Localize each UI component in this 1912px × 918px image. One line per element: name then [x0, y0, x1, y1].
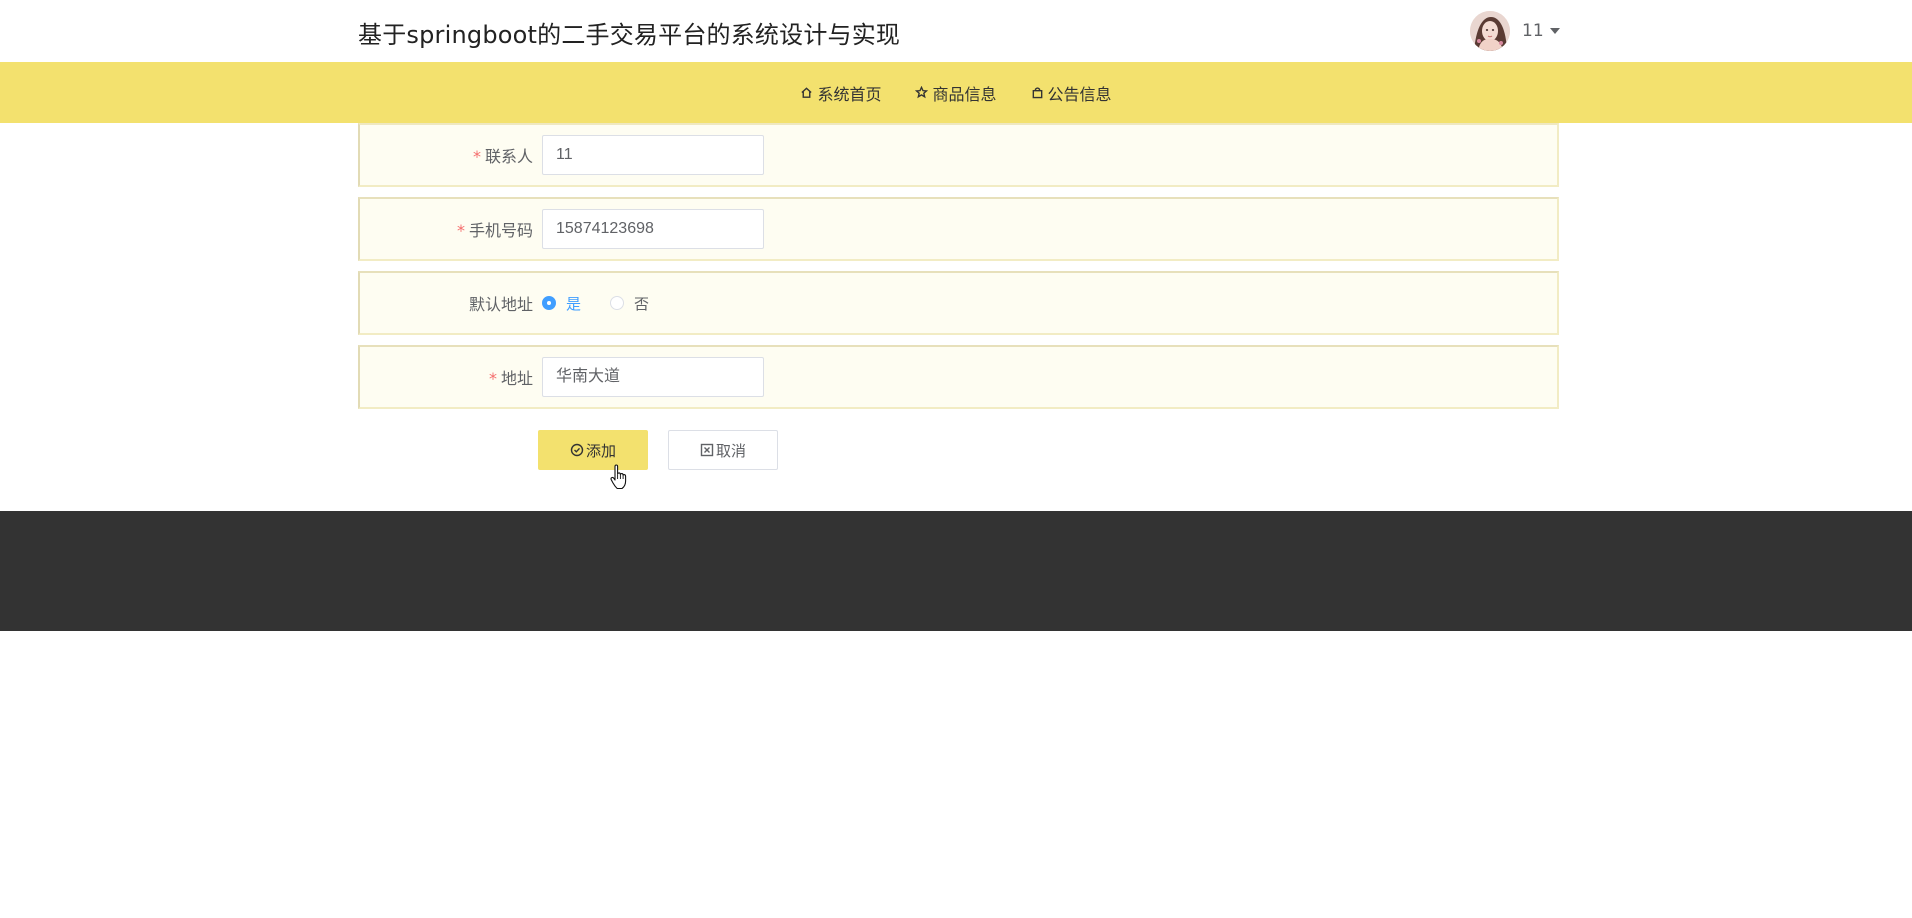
address-label-text: 地址	[500, 369, 533, 388]
radio-checked-icon	[542, 296, 556, 310]
main-nav: 系统首页 商品信息 公告信息	[0, 62, 1912, 123]
chevron-down-icon	[1549, 28, 1560, 34]
required-mark: *	[488, 369, 497, 388]
form-actions: 添加 取消	[538, 430, 778, 470]
address-form: * 联系人 11 * 手机号码 15874123698 默认地址 是 否 * 地址 华…	[358, 123, 1559, 419]
radio-yes[interactable]: 是	[542, 293, 581, 314]
nav-item-label: 公告信息	[1047, 84, 1112, 104]
address-label: * 地址	[360, 365, 542, 389]
required-mark: *	[472, 147, 481, 166]
close-square-icon	[700, 443, 714, 457]
radio-yes-label: 是	[566, 294, 582, 313]
form-row-contact: * 联系人 11	[358, 123, 1559, 187]
star-icon	[915, 86, 929, 99]
nav-item-home[interactable]: 系统首页	[800, 81, 881, 105]
default-address-label-text: 默认地址	[468, 295, 533, 314]
page-footer	[0, 511, 1912, 631]
hand-pointer-icon	[610, 464, 627, 490]
avatar	[1470, 11, 1510, 51]
contact-label-text: 联系人	[484, 147, 533, 166]
bag-icon	[1032, 87, 1042, 99]
nav-item-products[interactable]: 商品信息	[915, 81, 997, 105]
form-row-phone: * 手机号码 15874123698	[358, 197, 1559, 261]
required-mark: *	[456, 221, 465, 240]
radio-no-label: 否	[634, 294, 650, 313]
username: 11	[1522, 21, 1544, 41]
phone-label-text: 手机号码	[468, 221, 533, 240]
address-input[interactable]: 华南大道	[542, 357, 764, 397]
nav-item-notices[interactable]: 公告信息	[1031, 81, 1112, 105]
contact-input[interactable]: 11	[542, 135, 764, 175]
phone-input[interactable]: 15874123698	[542, 209, 764, 249]
home-icon	[801, 87, 813, 98]
avatar-image	[1470, 11, 1510, 51]
nav-item-label: 系统首页	[817, 84, 882, 104]
contact-label: * 联系人	[360, 143, 542, 167]
cancel-button[interactable]: 取消	[668, 430, 778, 470]
add-button-label: 添加	[585, 441, 616, 460]
phone-label: * 手机号码	[360, 217, 542, 241]
radio-no[interactable]: 否	[610, 293, 649, 314]
form-row-default-address: 默认地址 是 否	[358, 271, 1559, 335]
default-address-label: 默认地址	[360, 291, 542, 315]
cancel-button-label: 取消	[715, 441, 746, 460]
radio-unchecked-icon	[610, 296, 625, 310]
add-button[interactable]: 添加	[538, 430, 648, 470]
form-row-address: * 地址 华南大道	[358, 345, 1559, 409]
site-title: 基于springboot的二手交易平台的系统设计与实现	[358, 21, 901, 49]
top-header: 基于springboot的二手交易平台的系统设计与实现 11	[0, 0, 1912, 62]
nav-item-label: 商品信息	[932, 84, 997, 104]
check-circle-icon	[570, 443, 584, 457]
default-address-radio-group: 是 否	[542, 293, 678, 314]
user-menu[interactable]: 11	[1470, 10, 1560, 52]
